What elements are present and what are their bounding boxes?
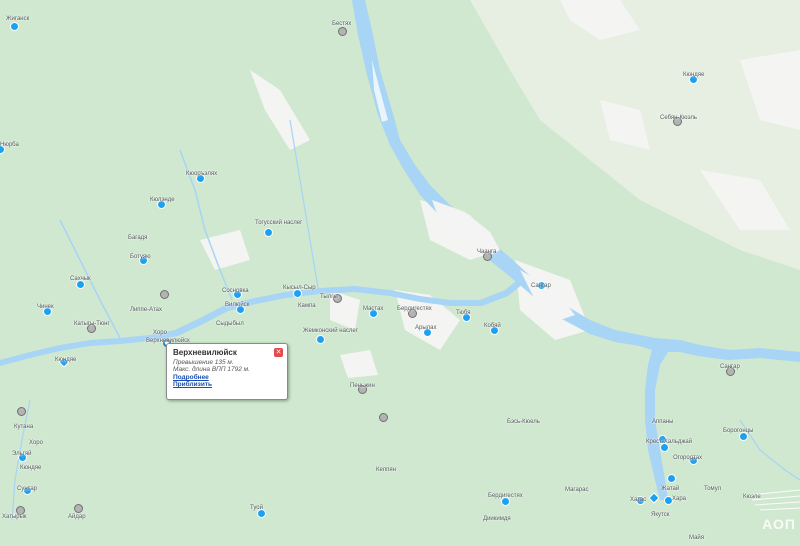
airport-marker-kutana[interactable] xyxy=(16,406,26,416)
place-label-kyuyoryuyo: Кюоръэлях xyxy=(186,171,218,177)
place-label-bes_kyuel: Бэсь-Кюель xyxy=(507,419,540,425)
place-label-yakutsk: Якутск xyxy=(651,512,670,518)
place-label-bagadya: Багадя xyxy=(128,235,148,241)
place-label-kutana: Кутана xyxy=(14,424,34,430)
place-label-kyundyae: Кюндяе xyxy=(55,357,77,363)
place-label-kamta: Кампа xyxy=(298,303,316,309)
place-label-khorogochi: Кюлэнде xyxy=(150,197,175,203)
place-label-kyundya: Кюндяе xyxy=(683,72,705,78)
place-label-changa: Чаанга xyxy=(477,249,497,255)
place-label-chinek: Чинек xyxy=(37,304,54,310)
place-label-sosnovka: Сосновка xyxy=(222,288,249,294)
place-label-arylakh: Арылах xyxy=(415,325,437,331)
airport-popup: Верхневилюйск ✕ Превышение 135 м. Макс. … xyxy=(166,343,288,400)
place-label-tolon: Тогусский наслег xyxy=(255,220,303,226)
place-label-khoro2: Хоро xyxy=(29,440,43,446)
place-label-tomul: Томул xyxy=(704,486,722,492)
place-label-mastakh: Мастах xyxy=(363,306,384,312)
ice-patch xyxy=(340,350,378,378)
place-label-kemkle: Кеппян xyxy=(376,467,396,473)
place-label-berdigestyakh2: Бердигестях xyxy=(488,493,523,499)
place-label-sakhyl: Сахчык xyxy=(70,276,91,282)
place-label-elgyay: Эльгяй xyxy=(12,451,32,457)
place-label-zhatay: Жатай xyxy=(661,486,680,492)
airport-marker-bestyakh[interactable] xyxy=(337,26,347,36)
close-icon[interactable]: ✕ xyxy=(274,348,283,357)
airport-marker-lippe[interactable] xyxy=(159,289,169,299)
place-label-syangar: Сангар xyxy=(720,364,740,370)
map-canvas[interactable]: Жиганск Бестях Себян-Кюэль Кюоръэлях Кюлэнде… xyxy=(0,0,800,546)
place-label-sangar: Сангар xyxy=(531,283,551,289)
popup-elevation: Превышение 135 м. xyxy=(173,359,234,366)
place-label-katyg: Хатырык xyxy=(2,514,27,520)
place-label-tuoi: Туой xyxy=(250,505,263,511)
place-label-khaiakh: Хатас xyxy=(630,497,647,503)
place-label-magaras: Магарас xyxy=(565,487,589,493)
place-label-botuuiu: Ботуяю xyxy=(130,254,151,260)
place-label-zhemkon: Жемконский наслег xyxy=(303,328,358,334)
place-label-tyuba: Тюбя xyxy=(456,310,471,316)
watermark: АОП xyxy=(762,516,796,532)
place-label-sebyan: Себян-Кюэль xyxy=(660,115,698,121)
airport-marker-aydar[interactable] xyxy=(73,503,83,513)
place-label-berdigestyakh: Бердигестях xyxy=(397,306,432,312)
place-label-kobyay: Кобяй xyxy=(484,323,501,329)
place-label-tylgy: Тылгы xyxy=(320,294,338,300)
place-label-nyurba: Нюрба xyxy=(0,142,19,148)
popup-zoom-link[interactable]: Приблизить xyxy=(173,381,281,388)
airport-marker-zhemkon[interactable] xyxy=(315,334,325,344)
ice-patch xyxy=(250,70,310,150)
place-label-zhigansk: Жиганск xyxy=(6,16,30,22)
map-terrain xyxy=(0,0,800,521)
place-label-vilyuysk: Вилюйск xyxy=(225,302,250,308)
place-label-lippe: Липпе-Атах xyxy=(130,307,163,313)
place-label-kyeleye: Кюэле xyxy=(743,494,761,500)
place-label-dikimdya: Диикимдя xyxy=(483,516,511,522)
place-label-kysyl: Кысыл-Сыр xyxy=(283,285,316,291)
tributary xyxy=(289,119,319,289)
place-label-syadaryy: Сыдыбыл xyxy=(216,321,244,327)
airport-symbol xyxy=(749,489,800,511)
place-label-kharia: Хара xyxy=(672,496,687,502)
popup-details-link[interactable]: Подробнее xyxy=(173,374,281,381)
place-label-penzhikh: Пеньжин xyxy=(350,383,375,389)
place-label-aydar: Айдар xyxy=(68,514,86,520)
airport-marker-zhatay[interactable] xyxy=(666,473,676,483)
place-label-khoro: Хоро xyxy=(153,330,167,336)
place-label-katyng: Катыгы-Тюнг xyxy=(74,321,110,327)
place-label-boroktsy: Борогонцы xyxy=(723,428,754,434)
popup-title: Верхневилюйск xyxy=(173,348,237,357)
place-label-suntar: Сунтар xyxy=(17,486,38,492)
airport-marker-tolon[interactable] xyxy=(263,227,273,237)
place-label-bestyakh: Бестях xyxy=(332,21,352,27)
place-label-ogorodtakh: Огородтах xyxy=(673,455,703,461)
place-label-kyundyae2: Кюндяе xyxy=(20,465,42,471)
place-label-appany: Аппаны xyxy=(652,419,674,425)
popup-runway: Макс. длина ВПП 1792 м. xyxy=(173,366,250,373)
airport-marker-bes_kyuel[interactable] xyxy=(378,412,388,422)
place-label-krest_khaldzhay: Крест-Хальджай xyxy=(646,439,693,445)
place-label-mayn: Майя xyxy=(689,535,705,541)
airport-marker-zhigansk[interactable] xyxy=(9,21,19,31)
